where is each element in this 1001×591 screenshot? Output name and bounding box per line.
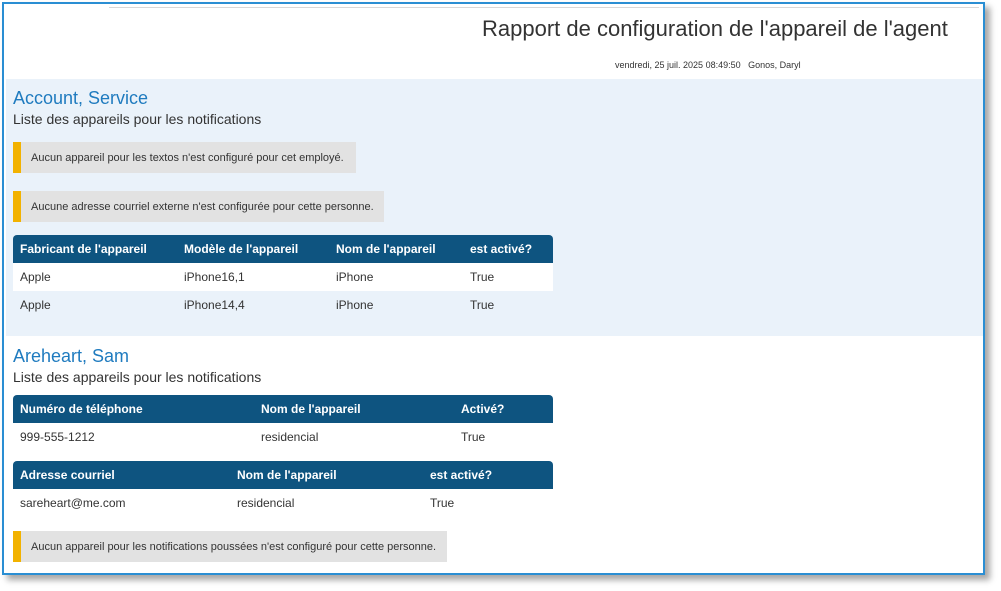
notice-no-push-device: Aucun appareil pour les notifications po… [13,531,447,562]
column-header: Nom de l'appareil [254,395,454,423]
table-cell: Apple [13,263,177,291]
table-cell: iPhone [329,263,463,291]
column-header: Fabricant de l'appareil [13,235,177,263]
table-cell: iPhone16,1 [177,263,329,291]
table-cell: 999-555-1212 [13,423,254,451]
phone-table: Numéro de téléphone Nom de l'appareil Ac… [13,395,553,451]
column-header: Nom de l'appareil [230,461,423,489]
section-subtitle: Liste des appareils pour les notificatio… [13,369,262,385]
table-row: 999-555-1212 residencial True [13,423,553,451]
agent-section-areheart-sam: Areheart, Sam Liste des appareils pour l… [6,336,983,573]
column-header: Adresse courriel [13,461,230,489]
report-title: Rapport de configuration de l'appareil d… [482,16,948,41]
report-meta: vendredi, 25 juil. 2025 08:49:50 Gonos, … [615,60,801,70]
notice-text: Aucun appareil pour les notifications po… [31,540,437,553]
column-header: Nom de l'appareil [329,235,463,263]
email-table: Adresse courriel Nom de l'appareil est a… [13,461,553,517]
table-cell: True [463,291,553,319]
report-date: vendredi, 25 juil. 2025 08:49:50 [615,60,741,70]
table-row: Apple iPhone16,1 iPhone True [13,263,553,291]
agent-section-account-service: Account, Service Liste des appareils pou… [6,79,983,336]
report-window: Rapport de configuration de l'appareil d… [2,2,985,575]
agent-name: Account, Service [13,88,149,108]
column-header: est activé? [463,235,553,263]
column-header: Modèle de l'appareil [177,235,329,263]
table-cell: True [454,423,553,451]
top-divider [109,7,979,8]
table-cell: iPhone [329,291,463,319]
table-cell: sareheart@me.com [13,489,230,517]
notice-no-text-device: Aucun appareil pour les textos n'est con… [13,142,356,173]
table-row: sareheart@me.com residencial True [13,489,553,517]
table-cell: Apple [13,291,177,319]
column-header: Activé? [454,395,553,423]
column-header: est activé? [423,461,553,489]
section-subtitle: Liste des appareils pour les notificatio… [13,111,262,127]
agent-name: Areheart, Sam [13,346,130,366]
table-header-row: Adresse courriel Nom de l'appareil est a… [13,461,553,489]
table-header-row: Fabricant de l'appareil Modèle de l'appa… [13,235,553,263]
device-table: Fabricant de l'appareil Modèle de l'appa… [13,235,553,319]
table-header-row: Numéro de téléphone Nom de l'appareil Ac… [13,395,553,423]
table-cell: residencial [254,423,454,451]
notice-no-external-email: Aucune adresse courriel externe n'est co… [13,191,384,222]
table-row: Apple iPhone14,4 iPhone True [13,291,553,319]
table-cell: iPhone14,4 [177,291,329,319]
report-user: Gonos, Daryl [748,60,801,70]
table-cell: residencial [230,489,423,517]
table-cell: True [423,489,553,517]
column-header: Numéro de téléphone [13,395,254,423]
table-cell: True [463,263,553,291]
notice-text: Aucun appareil pour les textos n'est con… [31,151,344,164]
notice-text: Aucune adresse courriel externe n'est co… [31,200,374,213]
